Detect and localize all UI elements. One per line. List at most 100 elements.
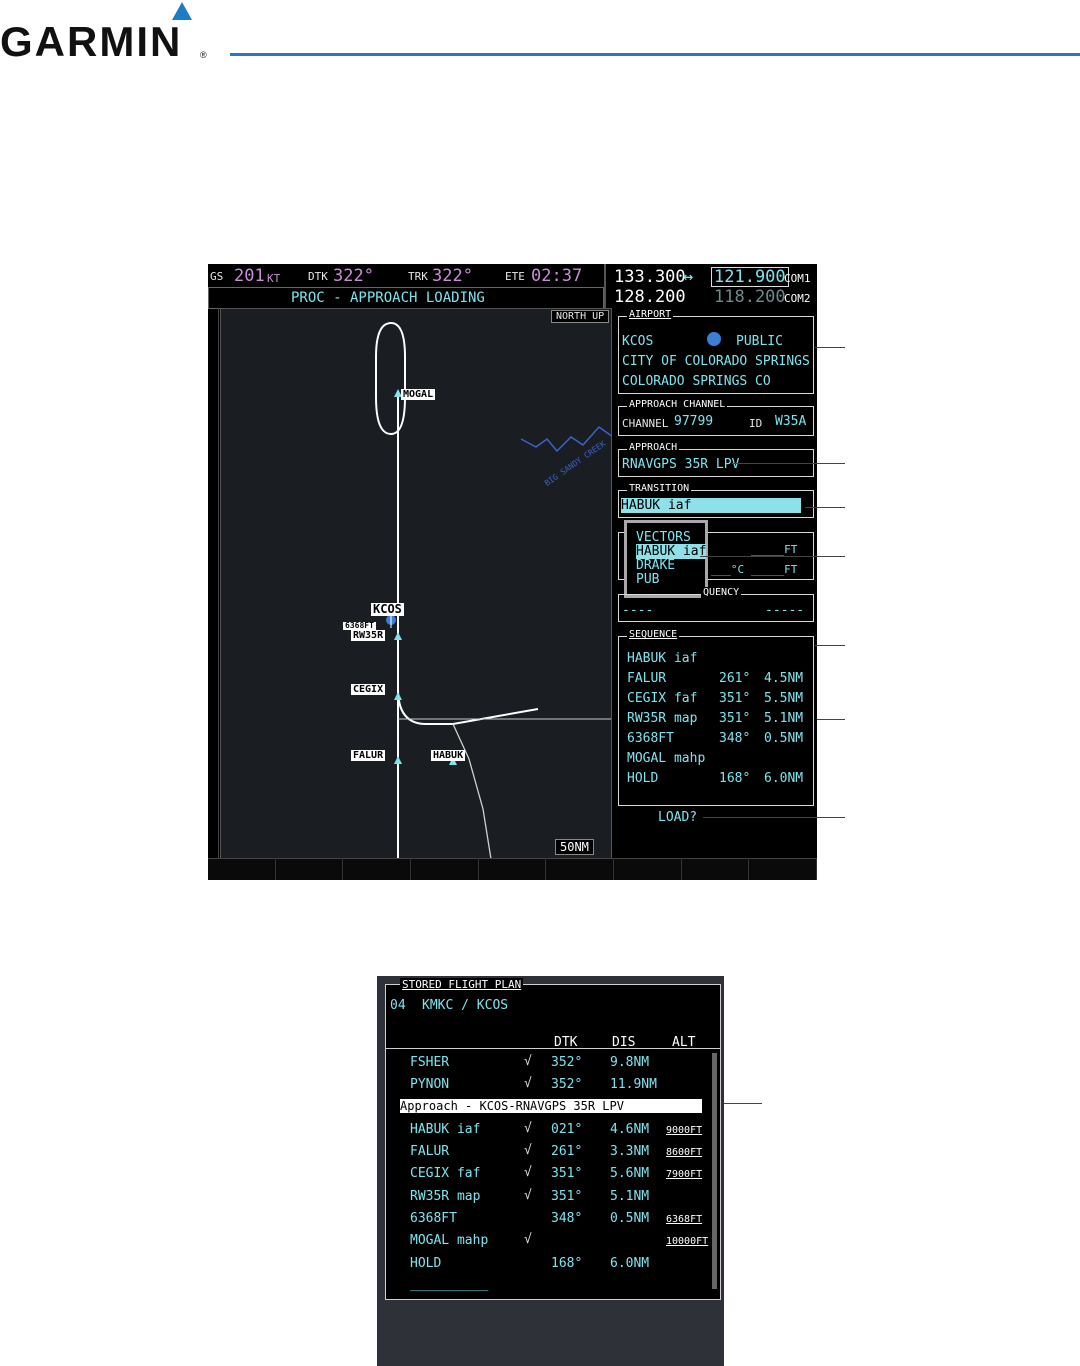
airport-ident[interactable]: KCOS: [622, 334, 653, 349]
transition-dropdown[interactable]: VECTORS HABUK iaf DRAKE PUB: [624, 520, 708, 598]
sequence-waypoint: CEGIX faf: [627, 691, 698, 706]
com1-standby[interactable]: 121.900: [711, 267, 789, 287]
plan-dtk: 168°: [551, 1256, 583, 1271]
plan-waypoint: 6368FT: [410, 1211, 457, 1226]
sequence-dis: 5.1NM: [764, 711, 804, 726]
plan-waypoint: HOLD: [410, 1256, 442, 1271]
left-edge-strip: [208, 308, 219, 858]
sequence-dis: 4.5NM: [764, 671, 804, 686]
navigation-map[interactable]: NORTH UP MOGAL KCOS 6368FT RW35R CEGIX F…: [220, 308, 612, 860]
callout-line: [817, 719, 845, 720]
plan-dis: 6.0NM: [610, 1256, 650, 1271]
softkey[interactable]: [411, 858, 479, 880]
map-range[interactable]: 50NM: [555, 839, 594, 855]
com1-active[interactable]: 133.300: [614, 267, 686, 287]
trk-label: TRK: [408, 270, 428, 283]
channel-id: W35A: [775, 414, 807, 429]
plan-alt: 8600FT: [666, 1147, 703, 1158]
scrollbar[interactable]: [712, 1053, 717, 1289]
plan-dis: 9.8NM: [610, 1055, 650, 1070]
dtk-value: 322°: [333, 266, 374, 286]
stored-flight-plan-screen: STORED FLIGHT PLAN 04 KMKC / KCOS DTK DI…: [377, 976, 724, 1366]
leg-type-icon: √: [524, 1121, 532, 1136]
plan-dis: 3.3NM: [610, 1144, 650, 1159]
garmin-logo: GARMIN: [0, 18, 183, 65]
com2-active[interactable]: 128.200: [614, 287, 686, 307]
sequence-dtk: 261°: [719, 671, 751, 686]
plan-dtk: 351°: [551, 1189, 583, 1204]
airport-city: CITY OF COLORADO SPRINGS: [622, 354, 810, 369]
softkey[interactable]: [546, 858, 615, 880]
plan-alt: 10000FT: [666, 1236, 709, 1247]
callout-line: [700, 556, 845, 557]
page-title-box: PROC - APPROACH LOADING: [208, 287, 604, 309]
swap-arrow-icon[interactable]: ↔: [683, 267, 693, 287]
plan-dis: 11.9NM: [610, 1077, 657, 1092]
callout-line: [815, 347, 845, 348]
com2-standby[interactable]: 118.200: [714, 287, 786, 307]
softkey-bar: [208, 858, 817, 880]
map-wpt-falur: FALUR: [351, 750, 386, 761]
approach-name[interactable]: RNAVGPS 35R LPV: [622, 457, 739, 472]
transition-option[interactable]: PUB: [636, 572, 659, 587]
frequency-title: QUENCY: [701, 587, 742, 598]
plan-dtk: 261°: [551, 1144, 583, 1159]
minimums-ft1[interactable]: _____FT: [751, 543, 797, 556]
sequence-dis: 0.5NM: [764, 731, 804, 746]
map-wpt-rw35r: RW35R: [351, 630, 386, 641]
plan-dis: 5.6NM: [610, 1166, 650, 1181]
softkey[interactable]: [681, 858, 750, 880]
plan-dtk: 351°: [551, 1166, 583, 1181]
transition-option[interactable]: DRAKE: [636, 558, 675, 573]
header-rule: [230, 53, 1080, 56]
callout-line: [732, 463, 845, 464]
frequency-box: QUENCY ---- -----: [618, 587, 814, 622]
transition-option-selected[interactable]: HABUK iaf: [636, 544, 707, 559]
sequence-waypoint: FALUR: [627, 671, 667, 686]
approach-title: APPROACH: [627, 442, 680, 453]
page-title: PROC - APPROACH LOADING: [291, 290, 485, 306]
minimums-ft2[interactable]: _____FT: [751, 563, 797, 576]
sequence-waypoint: HABUK iaf: [627, 651, 698, 666]
softkey[interactable]: [343, 858, 412, 880]
leg-type-icon: √: [524, 1232, 532, 1247]
gs-value: 201: [234, 266, 265, 286]
dtk-label: DTK: [308, 270, 328, 283]
load-prompt[interactable]: LOAD?: [658, 810, 697, 825]
softkey[interactable]: [478, 858, 547, 880]
airport-type: PUBLIC: [736, 334, 783, 349]
plan-alt: 9000FT: [666, 1125, 703, 1136]
approach-header-row: Approach - KCOS-RNAVGPS 35R LPV: [400, 1099, 702, 1113]
leg-type-icon: √: [524, 1076, 532, 1091]
softkey[interactable]: [749, 858, 817, 880]
plan-dtk: 352°: [551, 1077, 583, 1092]
callout-line: [703, 817, 845, 818]
gs-label: GS: [210, 270, 224, 283]
plan-waypoint: HABUK iaf: [410, 1122, 481, 1137]
transition-selected[interactable]: HABUK iaf: [621, 498, 801, 513]
transition-option[interactable]: VECTORS: [636, 530, 691, 545]
stored-plan-number: 04: [390, 998, 406, 1013]
transition-title: TRANSITION: [627, 483, 692, 494]
softkey[interactable]: [208, 858, 276, 880]
stored-flight-plan-panel: STORED FLIGHT PLAN 04 KMKC / KCOS DTK DI…: [385, 978, 721, 1300]
softkey[interactable]: [614, 858, 682, 880]
plan-dis: 4.6NM: [610, 1122, 650, 1137]
trk-value: 322°: [432, 266, 473, 286]
plan-dtk: 352°: [551, 1055, 583, 1070]
sequence-title: SEQUENCE: [627, 629, 680, 640]
softkey[interactable]: [275, 858, 344, 880]
plan-waypoint: PYNON: [410, 1077, 450, 1092]
approach-channel-title: APPROACH CHANNEL: [627, 399, 728, 410]
map-wpt-mogal: MOGAL: [401, 389, 436, 400]
minimums-temp[interactable]: ___°C: [711, 563, 744, 576]
plan-dtk: 348°: [551, 1211, 583, 1226]
airport-box: AIRPORT KCOS PUBLIC CITY OF COLORADO SPR…: [618, 309, 814, 394]
stored-plan-title: STORED FLIGHT PLAN: [400, 978, 524, 991]
sequence-dtk: 168°: [719, 771, 751, 786]
map-orientation[interactable]: NORTH UP: [551, 310, 610, 323]
channel-id-label: ID: [749, 417, 763, 430]
sequence-dis: 5.5NM: [764, 691, 804, 706]
sequence-waypoint: RW35R map: [627, 711, 698, 726]
registered-mark: ®: [200, 50, 207, 60]
